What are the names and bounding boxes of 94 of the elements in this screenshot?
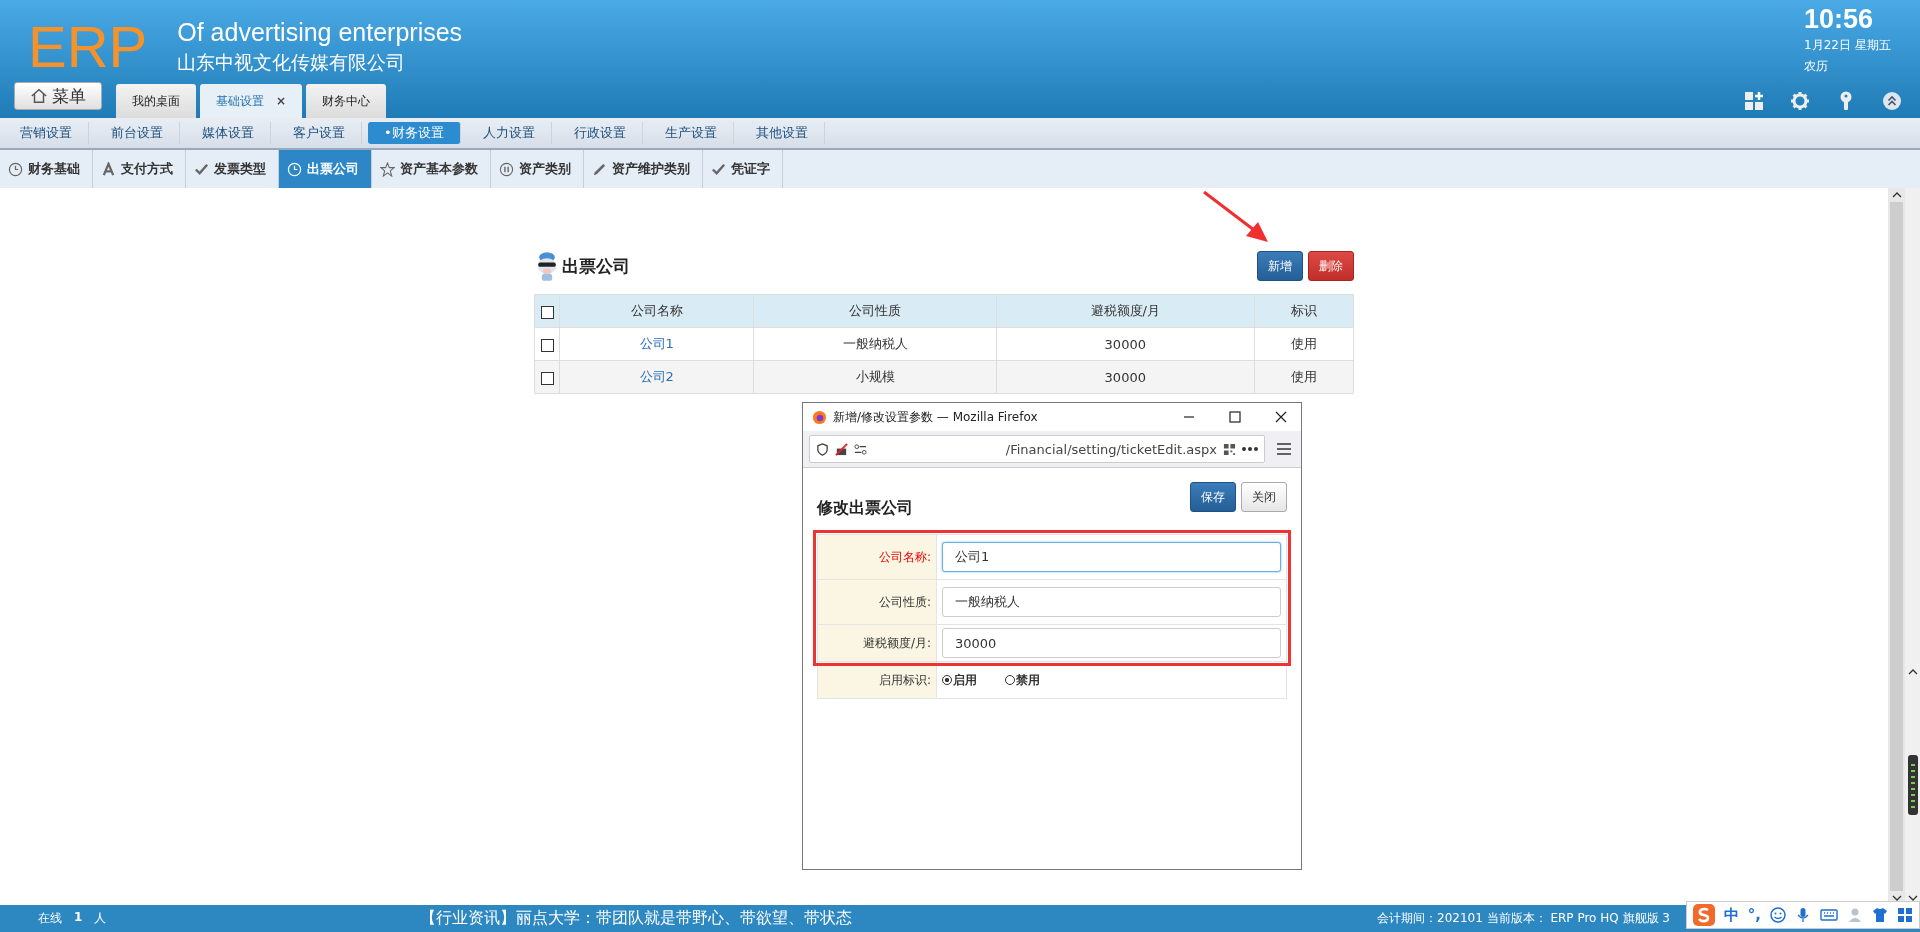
- tab[interactable]: 基础设置 ×: [200, 84, 303, 118]
- close-tab-button[interactable]: ×: [276, 94, 287, 108]
- qr-code-icon: [1223, 442, 1236, 456]
- column-header: 标识: [1254, 294, 1354, 328]
- clock-time: 10:56: [1804, 4, 1875, 34]
- home-icon: [30, 87, 48, 105]
- letter-a-icon: [101, 161, 116, 177]
- scroll-up-icon[interactable]: [1891, 192, 1902, 198]
- checkbox[interactable]: [540, 305, 554, 319]
- table-cell: 30000: [996, 327, 1255, 361]
- news-ticker[interactable]: 【行业资讯】丽点大学：带团队就是带野心、带欲望、带状态: [420, 908, 1020, 929]
- nav-menu-item[interactable]: •财务设置: [368, 122, 461, 144]
- online-count: 1: [74, 910, 83, 926]
- nav-menu-item[interactable]: 人力设置: [466, 122, 552, 144]
- table-cell: 使用: [1254, 360, 1354, 394]
- maximize-icon[interactable]: [1229, 411, 1241, 423]
- window-title: 新增/修改设置参数 — Mozilla Firefox: [833, 408, 1039, 426]
- star-icon: [380, 161, 395, 177]
- nav-menu-item[interactable]: 营销设置: [4, 122, 89, 144]
- pause-icon: [499, 161, 514, 177]
- column-header: 避税额度/月: [996, 294, 1255, 328]
- sliders-icon: [854, 442, 867, 456]
- grid-icon[interactable]: [1897, 907, 1913, 923]
- tab[interactable]: 财务中心: [306, 84, 387, 118]
- microphone-icon[interactable]: [1795, 907, 1811, 923]
- scroll-up-icon[interactable]: [1907, 669, 1918, 675]
- table-cell: 小规模: [753, 360, 997, 394]
- input-field[interactable]: 一般纳税人: [942, 587, 1281, 617]
- pencil-icon: [592, 161, 607, 177]
- company-link[interactable]: 公司2: [639, 369, 674, 384]
- page-title: 出票公司: [562, 254, 630, 278]
- nav-menu-item[interactable]: 其他设置: [739, 122, 825, 144]
- collapse-icon[interactable]: [1882, 91, 1902, 111]
- crossed-lock-icon: [835, 442, 848, 456]
- more-icon[interactable]: [1242, 446, 1258, 452]
- sogou-logo-icon: [1692, 904, 1715, 926]
- field-label: 公司名称:: [818, 535, 937, 579]
- field-label: 启用标识:: [818, 662, 937, 698]
- close-icon[interactable]: [1275, 411, 1287, 423]
- app-slogan: Of advertising enterprises: [177, 17, 463, 48]
- add-button[interactable]: 新增: [1257, 251, 1303, 281]
- radio-option[interactable]: 禁用: [1005, 671, 1040, 689]
- add-widget-icon[interactable]: [1744, 91, 1764, 111]
- level-meter-icon: [1907, 755, 1918, 815]
- input-mode-toggle[interactable]: 中: [1723, 905, 1739, 925]
- scroll-down-icon[interactable]: [1891, 895, 1902, 901]
- nav-menu-item[interactable]: 前台设置: [95, 122, 180, 144]
- erp-logo: ERP: [28, 13, 148, 81]
- tab[interactable]: 我的桌面: [116, 84, 196, 118]
- input-field[interactable]: 30000: [942, 628, 1281, 658]
- smiley-icon[interactable]: [1770, 907, 1786, 923]
- company-name: 山东中视文化传媒有限公司: [177, 50, 407, 75]
- online-label: 在线: [38, 910, 62, 927]
- clock-icon: [8, 161, 23, 177]
- shield-icon: [816, 442, 829, 456]
- company-link[interactable]: 公司1: [639, 336, 674, 351]
- column-header: 公司性质: [753, 294, 997, 328]
- checkbox[interactable]: [540, 338, 554, 352]
- settings-icon[interactable]: [1790, 91, 1810, 111]
- online-unit: 人: [94, 910, 107, 927]
- clock-icon: [287, 161, 302, 177]
- lunar-date: 农历: [1804, 58, 1829, 75]
- check-icon: [194, 161, 209, 177]
- field-label: 公司性质:: [818, 580, 937, 624]
- scroll-down-icon[interactable]: [1907, 895, 1918, 901]
- close-button[interactable]: 关闭: [1241, 482, 1287, 512]
- url-text: /Financial/setting/ticketEdit.aspx: [1004, 441, 1217, 457]
- form-title: 修改出票公司: [817, 497, 913, 519]
- scrollbar-thumb[interactable]: [1890, 202, 1903, 891]
- nav-menu-item[interactable]: 行政设置: [557, 122, 643, 144]
- input-field[interactable]: 公司1: [942, 542, 1281, 572]
- menu-button[interactable]: 菜单: [14, 82, 102, 110]
- menu-icon[interactable]: [1277, 443, 1291, 455]
- table-cell: 一般纳税人: [753, 327, 997, 361]
- table-cell: 30000: [996, 360, 1255, 394]
- punctuation-toggle[interactable]: °,: [1747, 906, 1761, 924]
- table-cell: 使用: [1254, 327, 1354, 361]
- clock-date: 1月22日 星期五: [1804, 37, 1892, 54]
- firefox-icon: [812, 409, 827, 425]
- checkbox[interactable]: [540, 371, 554, 385]
- radio-option[interactable]: 启用: [942, 671, 977, 689]
- nav-menu-item[interactable]: 生产设置: [648, 122, 734, 144]
- nav-menu-item[interactable]: 媒体设置: [186, 122, 271, 144]
- keyboard-icon[interactable]: [1820, 908, 1838, 922]
- field-label: 避税额度/月:: [818, 625, 937, 661]
- subtab[interactable]: 出票公司: [279, 150, 372, 188]
- address-bar[interactable]: /Financial/setting/ticketEdit.aspx: [809, 435, 1265, 463]
- nav-menu-item[interactable]: 客户设置: [277, 122, 362, 144]
- column-header: 公司名称: [559, 294, 754, 328]
- check-icon: [711, 161, 726, 177]
- version-info: 会计期间：202101 当前版本： ERP Pro HQ 旗舰版 3: [1377, 910, 1670, 927]
- save-button[interactable]: 保存: [1190, 482, 1236, 512]
- shirt-icon[interactable]: [1872, 907, 1888, 923]
- delete-button[interactable]: 删除: [1308, 251, 1354, 281]
